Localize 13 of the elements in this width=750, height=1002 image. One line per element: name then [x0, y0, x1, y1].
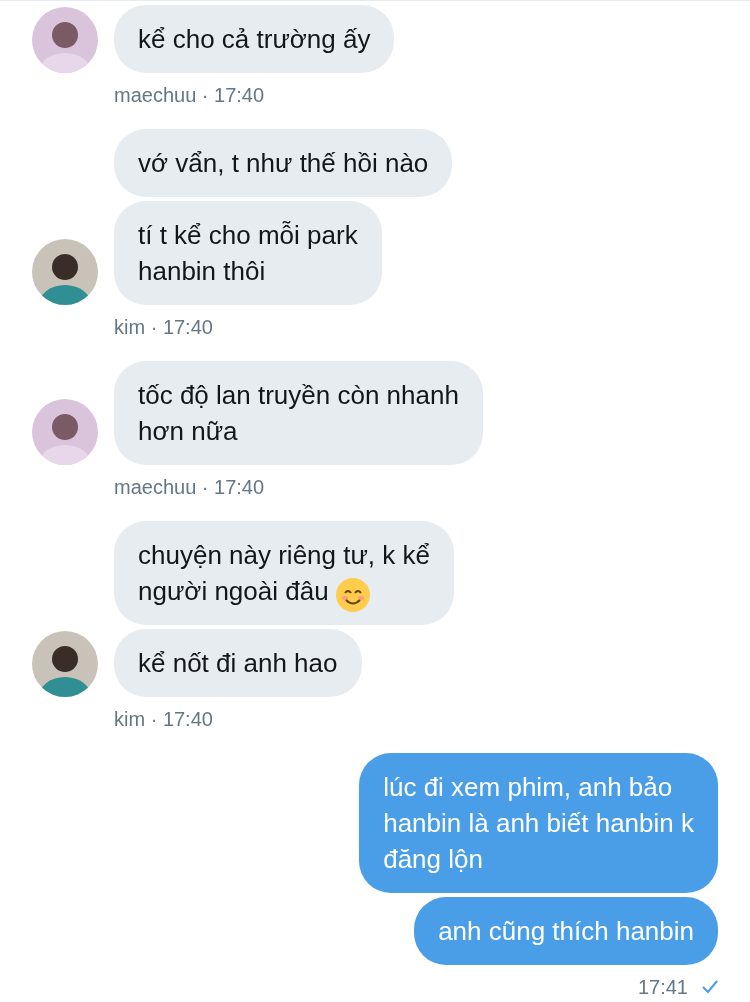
message-bubble: tí t kể cho mỗi park hanbin thôi [114, 201, 382, 305]
message-bubble: kể nốt đi anh hao [114, 629, 362, 697]
message-bubble: vớ vẩn, t như thế hồi nào [114, 129, 453, 197]
message-timestamp: kim · 17:40 [114, 707, 213, 731]
message-timestamp: 17:41 [637, 975, 688, 999]
message-bubble: chuyện này riêng tư, k kể người ngoài đâu [114, 521, 454, 625]
message-timestamp: kim · 17:40 [114, 315, 213, 339]
message-bubble: kể cho cả trường ấy [114, 5, 395, 73]
message-bubble: lúc đi xem phim, anh bảo hanbin là anh biết hanbin k đăng lộn [359, 753, 718, 893]
message-timestamp: maechuu · 17:40 [114, 475, 265, 499]
message-bubble: tốc độ lan truyền còn nhanh hơn nữa [114, 361, 483, 465]
message-bubble: anh cũng thích hanbin [414, 897, 718, 965]
message-timestamp: maechuu · 17:40 [114, 83, 265, 107]
